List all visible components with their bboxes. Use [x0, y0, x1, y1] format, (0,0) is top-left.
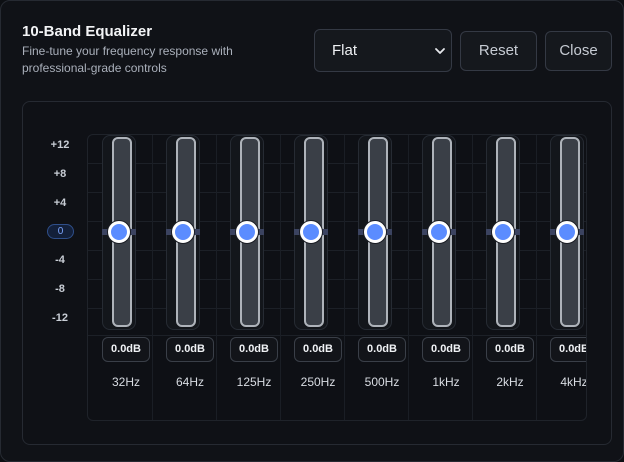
equalizer-area: +12 +8 +4 0 -4 -8 -12 0.0dB 32Hz 0.0dB 64Hz…	[22, 101, 612, 445]
gain-value-input[interactable]: 0.0dB	[230, 337, 278, 362]
band-250hz: 0.0dB 250Hz	[280, 135, 344, 420]
scale-label-minus12: -12	[52, 312, 68, 324]
scale-label-plus4: +4	[53, 197, 67, 209]
frequency-label: 32Hz	[111, 375, 140, 389]
gain-value-input[interactable]: 0.0dB	[486, 337, 534, 362]
frequency-label: 125Hz	[236, 375, 272, 389]
frequency-label: 250Hz	[300, 375, 336, 389]
band-32hz: 0.0dB 32Hz	[88, 135, 152, 420]
band-500hz: 0.0dB 500Hz	[344, 135, 408, 420]
scale-label-zero: 0	[47, 224, 74, 239]
gain-slider-handle[interactable]	[428, 221, 450, 243]
band-125hz: 0.0dB 125Hz	[216, 135, 280, 420]
close-button[interactable]: Close	[545, 31, 612, 71]
page-title: 10-Band Equalizer	[22, 23, 153, 40]
frequency-label: 4kHz	[560, 375, 587, 389]
frequency-label: 64Hz	[175, 375, 204, 389]
band-4khz: 0.0dB 4kHz	[536, 135, 587, 420]
gain-slider-handle[interactable]	[364, 221, 386, 243]
gain-value-input[interactable]: 0.0dB	[550, 337, 586, 362]
frequency-label: 500Hz	[364, 375, 400, 389]
gain-slider-handle[interactable]	[492, 221, 514, 243]
gain-value-input[interactable]: 0.0dB	[294, 337, 342, 362]
gain-value-input[interactable]: 0.0dB	[102, 337, 150, 362]
frequency-label: 1kHz	[432, 375, 460, 389]
chevron-down-icon	[435, 48, 445, 54]
band-grid: 0.0dB 32Hz 0.0dB 64Hz 0.0dB 125Hz 0.0dB 250Hz 0.…	[87, 134, 587, 421]
gain-slider-handle[interactable]	[236, 221, 258, 243]
frequency-label: 2kHz	[496, 375, 524, 389]
gain-value-input[interactable]: 0.0dB	[166, 337, 214, 362]
scale-label-minus8: -8	[55, 283, 65, 295]
scale-label-plus8: +8	[53, 168, 67, 180]
gain-slider-handle[interactable]	[108, 221, 130, 243]
gain-value-input[interactable]: 0.0dB	[422, 337, 470, 362]
band-64hz: 0.0dB 64Hz	[152, 135, 216, 420]
preset-select-value: Flat	[332, 42, 358, 59]
gain-slider-handle[interactable]	[172, 221, 194, 243]
band-2khz: 0.0dB 2kHz	[472, 135, 536, 420]
gain-value-input[interactable]: 0.0dB	[358, 337, 406, 362]
scale-label-minus4: -4	[55, 254, 65, 266]
gain-slider-handle[interactable]	[300, 221, 322, 243]
page-subtitle: Fine-tune your frequency response with p…	[22, 44, 233, 75]
equalizer-panel: 10-Band Equalizer Fine-tune your frequen…	[0, 0, 624, 462]
scale-label-plus12: +12	[50, 139, 70, 151]
preset-select[interactable]: Flat	[314, 29, 452, 72]
gain-slider-handle[interactable]	[556, 221, 578, 243]
reset-button[interactable]: Reset	[460, 31, 537, 71]
band-1khz: 0.0dB 1kHz	[408, 135, 472, 420]
